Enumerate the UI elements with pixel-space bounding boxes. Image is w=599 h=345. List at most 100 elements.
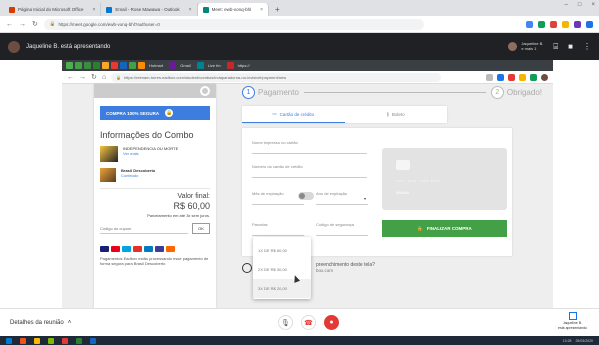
expiry-year-select[interactable]: Ano de expiração ▾ (316, 191, 368, 205)
bookmark-icon[interactable] (111, 62, 118, 69)
lock-icon: 🔒 (116, 74, 122, 80)
expiry-toggle[interactable] (298, 192, 314, 200)
extension-icon[interactable] (562, 20, 569, 28)
fullscreen-icon[interactable]: ■ (568, 42, 573, 51)
bookmark-icon[interactable] (226, 62, 234, 69)
bookmark-icon[interactable] (66, 62, 73, 69)
reload-icon[interactable]: ↻ (91, 73, 97, 81)
installments-dropdown: 1X DE R$ 60,00 2X DE R$ 30,00 3X DE R$ 2… (253, 237, 311, 299)
avatar[interactable] (541, 73, 548, 81)
chevron-up-icon: ˄ (67, 319, 72, 326)
extension-icon[interactable] (550, 20, 557, 28)
layout-icon[interactable]: ⌸ (553, 42, 558, 52)
step-number: 2 (490, 85, 504, 99)
bookmark-icon[interactable] (169, 62, 177, 69)
expiry-month-select[interactable]: Mês de expiração (252, 191, 304, 205)
extension-icon[interactable] (519, 73, 526, 81)
extension-icon[interactable] (586, 20, 593, 28)
forward-icon[interactable]: → (79, 74, 86, 81)
close-tab-icon[interactable]: × (189, 7, 192, 13)
outlook-favicon-icon (106, 6, 113, 13)
field-label: Código de segurança (316, 222, 355, 227)
taskbar-app-icon[interactable] (90, 337, 96, 344)
extension-icon[interactable] (526, 20, 533, 28)
secure-label: COMPRA 100% SEGURA (106, 110, 160, 116)
card-number-field[interactable]: Número do cartão de crédito (252, 164, 367, 178)
extension-icon[interactable] (530, 73, 537, 81)
close-tab-icon[interactable]: × (92, 7, 95, 13)
tab-credit-card[interactable]: ▭ Cartão de crédito (242, 106, 345, 123)
hipercard-icon (155, 246, 164, 252)
field-label: Mês de expiração (252, 191, 284, 196)
close-window-icon[interactable]: × (591, 2, 595, 8)
extension-icon[interactable] (508, 73, 515, 81)
bookmark-icon[interactable] (196, 62, 204, 69)
taskbar-app-icon[interactable] (62, 337, 68, 344)
bookmark-icon[interactable] (93, 62, 100, 69)
product-link[interactable]: Ver mais (123, 151, 178, 156)
close-tab-icon[interactable]: × (260, 7, 263, 13)
more-options-icon[interactable]: ⋮ (583, 42, 591, 51)
outer-tab-outlook[interactable]: Email - Rose Mawawa - Outlook × (101, 3, 198, 16)
maximize-icon[interactable]: □ (578, 2, 582, 8)
outer-tab-meet[interactable]: Meet: ewb-vonq-bhl × (197, 3, 270, 16)
inner-omnibox[interactable]: 🔒 https://reimam-torres.eadbox.com/stude… (111, 72, 442, 82)
dropdown-option[interactable]: 3X DE R$ 20,00 (253, 279, 311, 298)
eadbox-disclaimer: Pagamentos Eadbox estão processando esse… (100, 256, 209, 267)
microphone-icon[interactable]: 🎙 (278, 315, 293, 330)
extension-icon[interactable] (497, 73, 504, 81)
clock-time[interactable]: 13:28 (563, 339, 572, 343)
hang-up-icon[interactable]: ☎ (301, 315, 316, 330)
tab-label: Meet: ewb-vonq-bhl (211, 7, 252, 12)
clock-date[interactable]: 25/03/2020 (575, 339, 593, 343)
tab-label: Cartão de crédito (279, 111, 315, 117)
meeting-details-toggle[interactable]: Detalhes da reunião ˄ (10, 320, 71, 326)
bookmark-label[interactable]: Live fm (208, 63, 221, 68)
minimize-icon[interactable]: – (565, 2, 568, 8)
tab-label: Página Inicial do Microsoft Office (18, 7, 84, 12)
new-tab-icon[interactable]: + (269, 3, 286, 16)
visa-icon (100, 246, 109, 252)
bookmark-icon[interactable] (102, 62, 109, 69)
dropdown-option[interactable]: 1X DE R$ 60,00 (253, 241, 311, 260)
bookmark-icon[interactable] (138, 62, 145, 69)
bookmark-label[interactable]: Gmail (180, 63, 190, 68)
bookmark-label[interactable]: Hotmart (149, 63, 163, 68)
bookmark-icon[interactable] (129, 62, 136, 69)
taskbar-app-icon[interactable] (20, 337, 26, 344)
bookmark-label[interactable]: https:// (238, 63, 250, 68)
outer-tab-office[interactable]: Página Inicial do Microsoft Office × (4, 3, 102, 16)
bookmark-icon[interactable] (84, 62, 91, 69)
taskbar-app-icon[interactable] (34, 337, 40, 344)
field-label: Nome impresso no cartão (252, 140, 298, 145)
back-icon[interactable]: ← (6, 21, 13, 28)
extension-icon[interactable] (538, 20, 545, 28)
installments-select[interactable]: Parcelas (252, 222, 304, 236)
card-name-field[interactable]: Nome impresso no cartão (252, 140, 367, 154)
camera-off-icon[interactable]: ● (324, 315, 339, 330)
home-icon[interactable]: ⌂ (102, 74, 106, 81)
coupon-input[interactable] (100, 223, 188, 234)
presenting-title: Jaqueline B. está apresentando (26, 43, 111, 50)
back-icon[interactable]: ← (67, 74, 74, 81)
outer-omnibox[interactable]: 🔒 https://meet.google.com/ewb-vonq-bhl?a… (43, 18, 424, 30)
taskbar-app-icon[interactable] (48, 337, 54, 344)
windows-start-icon[interactable] (6, 337, 12, 344)
help-email[interactable]: box.com (316, 268, 375, 273)
participant-summary[interactable]: Jaqueline B. e mais 1 (508, 41, 543, 52)
bookmark-icon[interactable] (75, 62, 82, 69)
security-code-field[interactable]: Código de segurança (316, 222, 368, 236)
product-link[interactable]: Conteúdo (121, 173, 155, 178)
taskbar-app-icon[interactable] (76, 337, 82, 344)
forward-icon[interactable]: → (19, 21, 26, 28)
star-icon[interactable] (486, 73, 493, 81)
presenting-status[interactable]: Jaqueline B. está apresentando (558, 312, 587, 330)
bookmark-icon[interactable] (120, 62, 127, 69)
payment-brands (100, 246, 210, 252)
tab-boleto[interactable]: ⫼ Boleto (345, 106, 448, 123)
reload-icon[interactable]: ↻ (32, 20, 38, 28)
extension-icon[interactable] (574, 20, 581, 28)
finish-purchase-button[interactable]: 🔒 FINALIZAR COMPRA (382, 220, 507, 237)
apply-coupon-button[interactable]: OK (192, 223, 210, 234)
dropdown-option[interactable]: 2X DE R$ 30,00 (253, 260, 311, 279)
